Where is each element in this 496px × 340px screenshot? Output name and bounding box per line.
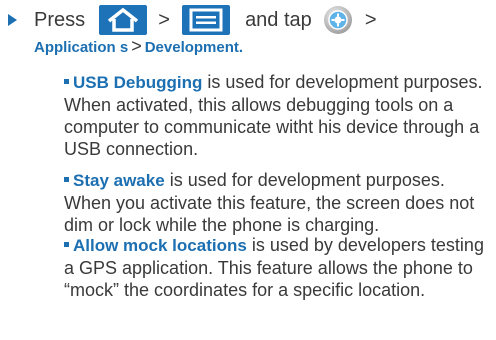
- bullet-usb-debugging: USB Debugging is used for development pu…: [64, 71, 492, 160]
- step-instruction: Press > and tap >: [34, 3, 377, 35]
- step-arrow-icon: [8, 14, 17, 26]
- bullet-term: Allow mock locations: [73, 236, 247, 255]
- menu-key-icon: [181, 4, 230, 35]
- bullet-marker: [64, 79, 69, 84]
- path-separator: >: [131, 36, 142, 56]
- bullet-stay-awake: Stay awake is used for development purpo…: [64, 169, 492, 236]
- press-text: Press: [34, 8, 86, 31]
- separator-1: >: [158, 8, 170, 31]
- separator-2: >: [364, 8, 377, 31]
- bullet-allow-mock-locations: Allow mock locations is used by develope…: [64, 234, 492, 301]
- and-tap-text: and tap: [245, 8, 312, 31]
- settings-path: Application s > Development.: [34, 36, 243, 58]
- path-applications: Application s: [34, 39, 129, 56]
- home-key-icon: [98, 4, 147, 35]
- bullet-term: USB Debugging: [73, 73, 203, 92]
- bullet-marker: [64, 242, 69, 247]
- settings-gear-icon: [323, 5, 353, 35]
- path-development: Development.: [144, 39, 244, 56]
- bullet-term: Stay awake: [73, 171, 165, 190]
- bullet-marker: [64, 177, 69, 182]
